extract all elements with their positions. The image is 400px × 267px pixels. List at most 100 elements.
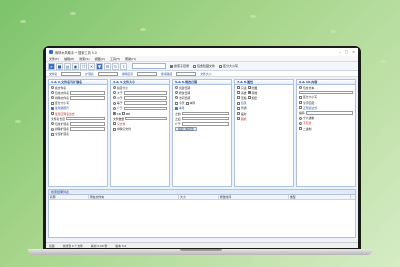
text-field[interactable] (70, 127, 105, 131)
menu-file[interactable]: 文件(F) (49, 57, 59, 61)
number-field[interactable] (66, 116, 105, 121)
option-label: 修改日期 (179, 90, 191, 95)
option-label: 等于 (117, 101, 123, 106)
export-icon[interactable]: ⇪ (120, 62, 127, 70)
option-label: 包含文本 (303, 85, 315, 90)
exclude-field[interactable] (137, 71, 158, 76)
laptop-screen: 雨林木风助手 • 搜索工具 5.0 – □ × 文件(F) 编辑(E) 搜索(S… (43, 46, 361, 249)
option-label: 系统 (241, 90, 247, 95)
panel-filename: 1.& 2.文件名与扩展名 按文件名 包含文件名 排除文件名 区分大小写 使用通… (48, 79, 108, 187)
settings-icon[interactable]: ⚙ (104, 62, 111, 70)
option-label: MB (125, 111, 131, 116)
search-input[interactable] (132, 63, 166, 69)
number-field[interactable] (123, 106, 167, 111)
column-header[interactable]: 名称 (49, 195, 89, 199)
maximize-icon[interactable]: □ (345, 50, 348, 54)
option-label: 普通 (241, 106, 247, 111)
menu-search[interactable]: 搜索(S) (79, 57, 89, 61)
text-field[interactable] (70, 122, 105, 126)
encoding-select[interactable] (305, 111, 353, 115)
toolbar: ⌕ ■ ▤ ▣ ❐ ✕ ▼ ⚙ ↻ ⇪ 搜索子目录 包含隐藏文件 区分大小写 (46, 62, 358, 71)
copy-icon[interactable]: ❐ (80, 62, 87, 70)
column-header[interactable]: 修改时间 (219, 195, 289, 199)
text-field[interactable] (70, 96, 105, 100)
option-label: 编码 (299, 111, 305, 116)
menu-tools[interactable]: 工具(T) (110, 57, 120, 61)
option-label: 十六进制 (303, 116, 315, 121)
minimize-icon[interactable]: – (339, 50, 341, 54)
leaf-decoration (375, 180, 381, 183)
leaf-decoration (15, 120, 21, 123)
save-icon[interactable]: ▣ (72, 62, 79, 70)
date-field[interactable] (181, 122, 229, 126)
number-field[interactable] (123, 96, 167, 100)
panel-attributes: 7.& 8.属性 只读 隐藏 系统 存档 压缩 加密 目录 普通 临时 脱机 (234, 79, 294, 187)
option-label: 小于 (117, 95, 123, 100)
number-field[interactable] (123, 101, 167, 105)
leaf-decoration (330, 30, 336, 33)
menu-view[interactable]: 视图(V) (95, 57, 105, 61)
number-field[interactable] (123, 91, 167, 95)
date-field[interactable] (181, 116, 229, 121)
column-header[interactable]: 大小 (179, 195, 219, 199)
option-label: KB (117, 111, 121, 116)
option-label: 搜索子目录 (174, 64, 190, 68)
filename-field[interactable] (61, 71, 82, 76)
option-hidden[interactable]: 包含隐藏文件 (193, 64, 215, 68)
option-case[interactable]: 区分大小写 (219, 64, 238, 68)
option-label: 使用正则表达式 (55, 111, 75, 116)
option-label: 区分大小写 (223, 64, 239, 68)
option-subdir[interactable]: 搜索子目录 (170, 64, 189, 68)
refresh-icon[interactable]: ↻ (112, 62, 119, 70)
option-label: 存档 (251, 90, 258, 95)
panel-date: 5.& 6.修改日期 创建日期 修改日期 访问日期 今天 本周 本月 之前 之后 … (172, 79, 232, 187)
option-label: 包含隐藏文件 (197, 64, 216, 68)
open-folder-icon[interactable]: ▤ (64, 62, 71, 70)
app-logo-icon (49, 50, 53, 54)
option-label: 介于 (175, 121, 181, 126)
option-label: 临时 (241, 111, 247, 116)
option-row[interactable]: 全部扩展名 (49, 132, 107, 137)
option-label: 文件数量 (113, 116, 125, 121)
results-table[interactable]: 名称 所在文件夹 大小 修改时间 类型 (48, 194, 356, 238)
option-label: 全字匹配 (303, 100, 315, 105)
option-label: 指定大小 (117, 85, 129, 90)
delete-icon[interactable]: ✕ (88, 62, 95, 70)
filter-icon[interactable]: ▼ (96, 62, 103, 70)
option-row[interactable]: 排除空文件 (111, 127, 169, 132)
option-label: 大于 (117, 90, 123, 95)
filter-label: 排除目录 (121, 71, 134, 76)
status-text: 版本 5.0 (115, 243, 127, 248)
column-header[interactable]: 所在文件夹 (89, 195, 179, 199)
menu-help[interactable]: 帮助(H) (125, 57, 136, 61)
date-field[interactable] (181, 111, 229, 116)
search-icon[interactable]: ⌕ (48, 62, 55, 70)
option-row[interactable]: 脱机 (235, 116, 293, 121)
option-label: 不包含 (303, 121, 312, 126)
leaf-decoration (140, 28, 146, 31)
stop-icon[interactable]: ■ (56, 62, 63, 70)
text-field[interactable] (70, 91, 105, 95)
option-label: 排除扩展名 (55, 127, 69, 132)
option-label: 使用通配符 (55, 106, 69, 111)
leaf-decoration (70, 12, 76, 15)
content-text-field[interactable] (299, 90, 353, 95)
path-field[interactable] (176, 71, 197, 76)
extension-field[interactable] (97, 71, 118, 76)
option-row[interactable]: 二进制 (297, 126, 355, 131)
menu-edit[interactable]: 编辑(E) (64, 57, 74, 61)
option-label: 二进制 (303, 126, 312, 131)
option-label: 全部扩展名 (55, 132, 69, 137)
option-label: 之前 (175, 111, 181, 116)
close-icon[interactable]: × (352, 50, 355, 54)
number-field[interactable] (125, 116, 167, 121)
option-row[interactable]: 指定日期范围 (173, 127, 231, 132)
title-bar: 雨林木风助手 • 搜索工具 5.0 – □ × (46, 48, 358, 56)
date-range-button[interactable]: 指定日期范围 (175, 127, 197, 132)
column-header[interactable]: 类型 (289, 195, 351, 199)
option-label: 之后 (175, 116, 181, 121)
leaf-decoration (20, 20, 26, 23)
option-label: 压缩 (241, 95, 247, 100)
leaf-decoration (250, 15, 256, 18)
option-row[interactable] (297, 90, 355, 95)
